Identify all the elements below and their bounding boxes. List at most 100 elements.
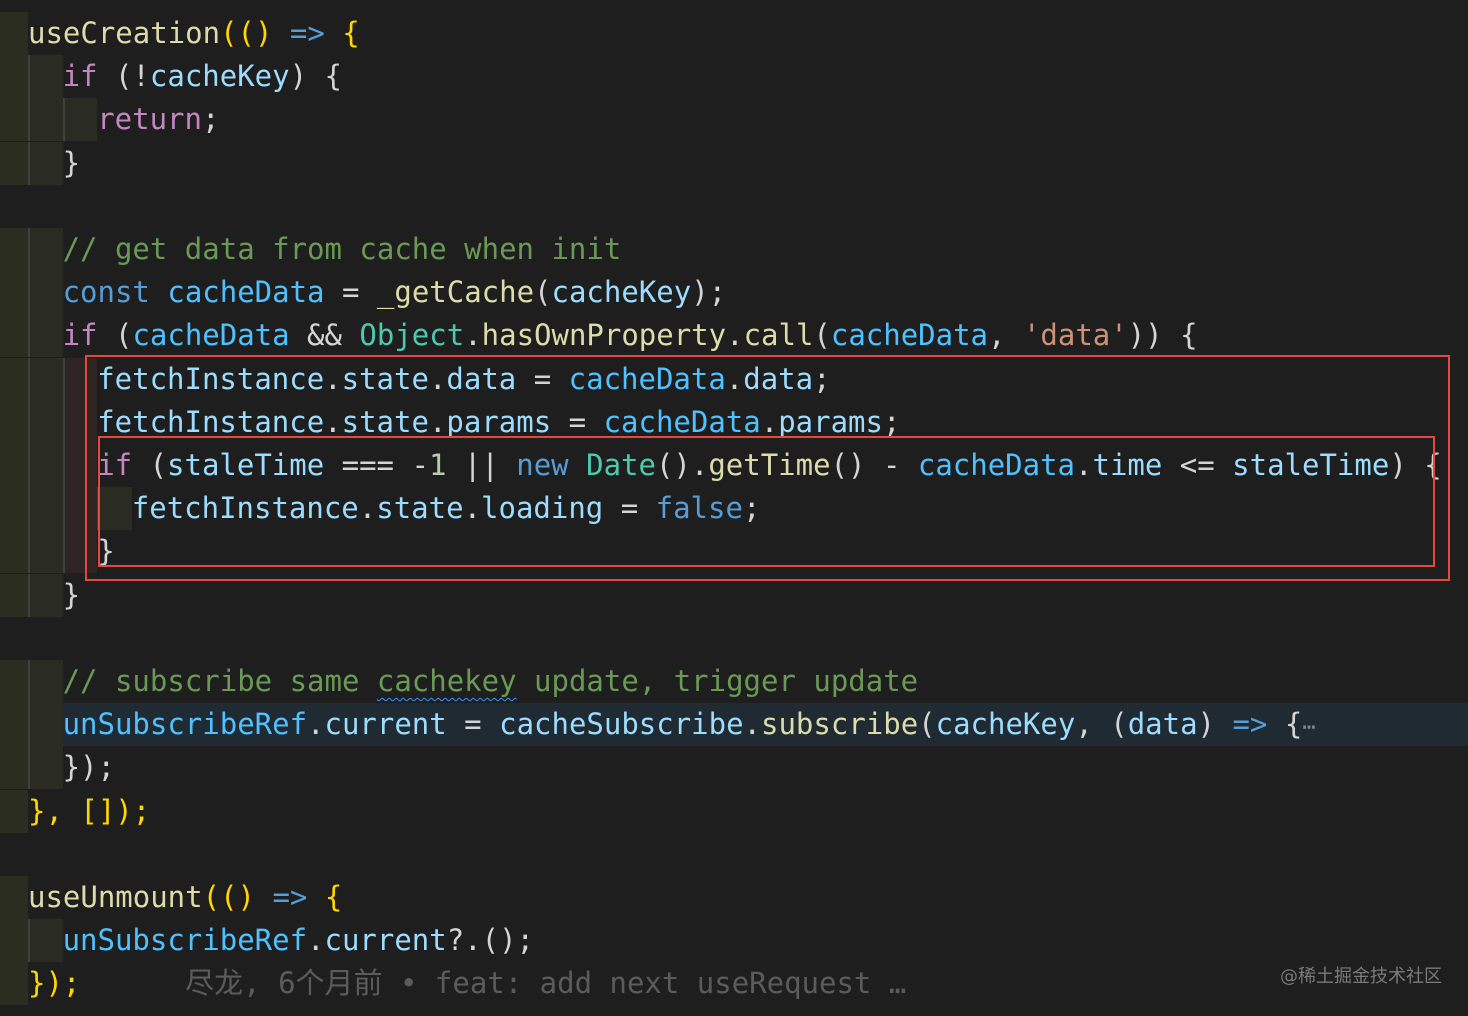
code-line[interactable]: // get data from cache when init xyxy=(0,228,1468,271)
code-text: fetchInstance.state.loading = false; xyxy=(132,487,761,530)
gutter-marker xyxy=(0,573,28,617)
code-token: Object xyxy=(359,318,465,353)
fold-ellipsis-icon[interactable]: ⋯ xyxy=(1302,715,1315,740)
code-line[interactable]: unSubscribeRef.current = cacheSubscribe.… xyxy=(0,703,1468,749)
code-token: staleTime xyxy=(167,448,325,482)
code-line[interactable] xyxy=(0,185,1468,228)
indent-guide-fill xyxy=(64,530,98,574)
gutter-marker xyxy=(0,530,28,574)
indent-guide-fill xyxy=(64,444,98,487)
code-token: // subscribe same xyxy=(62,664,377,698)
code-line[interactable]: if (!cacheKey) { xyxy=(0,55,1468,99)
code-token: . xyxy=(760,404,779,439)
code-token: _getCache xyxy=(376,275,535,310)
code-token: . xyxy=(726,318,744,353)
code-token: , ( xyxy=(1075,707,1128,742)
indent-guide xyxy=(28,444,30,487)
code-token: if xyxy=(97,448,133,482)
code-token: data xyxy=(446,361,517,396)
code-line[interactable] xyxy=(0,833,1468,876)
code-line[interactable]: }); 尽龙, 6个月前 • feat: add next useRequest… xyxy=(0,962,1468,1006)
code-token: , xyxy=(988,318,1023,353)
gutter-marker xyxy=(0,12,28,55)
indent-guide-fill xyxy=(30,55,63,99)
indent-guide xyxy=(28,357,30,401)
gutter-marker xyxy=(0,98,28,142)
code-text: useCreation(() => { xyxy=(28,12,360,55)
code-token: ) { xyxy=(1389,448,1442,482)
code-text: }); 尽龙, 6个月前 • feat: add next useRequest… xyxy=(28,962,906,1005)
indent-guide xyxy=(62,98,65,142)
code-line[interactable]: }, []); xyxy=(0,789,1468,833)
code-text: unSubscribeRef.current = cacheSubscribe.… xyxy=(63,703,1316,749)
code-editor[interactable]: useCreation(() => {if (!cacheKey) {retur… xyxy=(0,0,1468,1016)
code-token: ?.(); xyxy=(446,923,535,958)
code-token: ; xyxy=(882,404,901,439)
code-token: if xyxy=(62,318,98,353)
code-line[interactable]: }); xyxy=(0,746,1468,790)
indent-guide-fill xyxy=(30,400,63,444)
code-line[interactable]: useCreation(() => { xyxy=(0,12,1468,55)
indent-guide-fill xyxy=(30,660,63,703)
indent-guide-fill xyxy=(30,746,63,790)
code-line[interactable]: return; xyxy=(0,98,1468,142)
code-token: } xyxy=(97,534,115,569)
code-line[interactable]: useUnmount(() => { xyxy=(0,876,1468,919)
code-token: . xyxy=(307,707,325,742)
code-token: Date xyxy=(586,448,656,482)
indent-guide-fill xyxy=(64,400,98,444)
git-blame-annotation[interactable]: 尽龙, 6个月前 • feat: add next useRequest … xyxy=(80,966,906,1000)
indent-guide xyxy=(28,314,30,358)
code-line[interactable]: fetchInstance.state.loading = false; xyxy=(0,487,1468,531)
indent-guide-fill xyxy=(30,703,63,747)
indent-guide xyxy=(28,573,30,617)
code-text: // get data from cache when init xyxy=(63,228,622,271)
gutter-marker xyxy=(0,789,28,833)
indent-guide xyxy=(62,444,65,487)
code-token: . xyxy=(324,404,342,439)
code-line[interactable]: } xyxy=(0,573,1468,617)
indent-guide xyxy=(28,746,30,790)
indent-guide-fill xyxy=(64,487,98,531)
code-token: }, []); xyxy=(28,793,151,828)
code-line[interactable]: } xyxy=(0,141,1468,185)
code-token: )) { xyxy=(1127,318,1198,353)
code-text: } xyxy=(97,530,114,573)
indent-guide xyxy=(62,487,65,531)
code-token: } xyxy=(62,145,81,180)
code-line[interactable]: // subscribe same cachekey update, trigg… xyxy=(0,660,1468,703)
code-token: cacheData xyxy=(917,448,1076,482)
code-token: . xyxy=(428,404,447,439)
code-line[interactable]: const cacheData = _getCache(cacheKey); xyxy=(0,271,1468,315)
code-token: <= xyxy=(1162,448,1233,482)
code-line[interactable]: if (cacheData && Object.hasOwnProperty.c… xyxy=(0,314,1468,358)
code-token: fetchInstance xyxy=(97,361,325,396)
code-line[interactable] xyxy=(0,617,1468,660)
indent-guide xyxy=(28,55,30,99)
code-token: cacheSubscribe xyxy=(499,707,744,742)
code-token: 'data' xyxy=(1022,318,1128,353)
indent-guide-fill xyxy=(30,573,63,617)
indent-guide xyxy=(28,487,30,531)
code-line[interactable]: unSubscribeRef.current?.(); xyxy=(0,919,1468,963)
code-line[interactable]: fetchInstance.state.params = cacheData.p… xyxy=(0,400,1468,444)
code-text: fetchInstance.state.data = cacheData.dat… xyxy=(97,358,830,401)
code-token: (! xyxy=(97,59,150,94)
code-token: ) xyxy=(1197,707,1233,742)
code-text: unSubscribeRef.current?.(); xyxy=(63,919,534,962)
code-line[interactable]: fetchInstance.state.data = cacheData.dat… xyxy=(0,357,1468,401)
code-token: cacheKey xyxy=(551,275,692,310)
indent-guide-fill xyxy=(30,228,63,271)
gutter-marker xyxy=(0,487,28,531)
indent-guide-fill xyxy=(30,919,63,963)
code-token: if xyxy=(62,59,98,94)
indent-guide-fill xyxy=(30,141,63,185)
code-line[interactable]: } xyxy=(0,530,1468,574)
code-line[interactable]: if (staleTime === -1 || new Date().getTi… xyxy=(0,444,1468,487)
indent-guide xyxy=(62,357,65,401)
watermark: @稀土掘金技术社区 xyxy=(1280,966,1442,987)
gutter-marker xyxy=(0,271,28,315)
code-token: ( xyxy=(813,318,831,353)
